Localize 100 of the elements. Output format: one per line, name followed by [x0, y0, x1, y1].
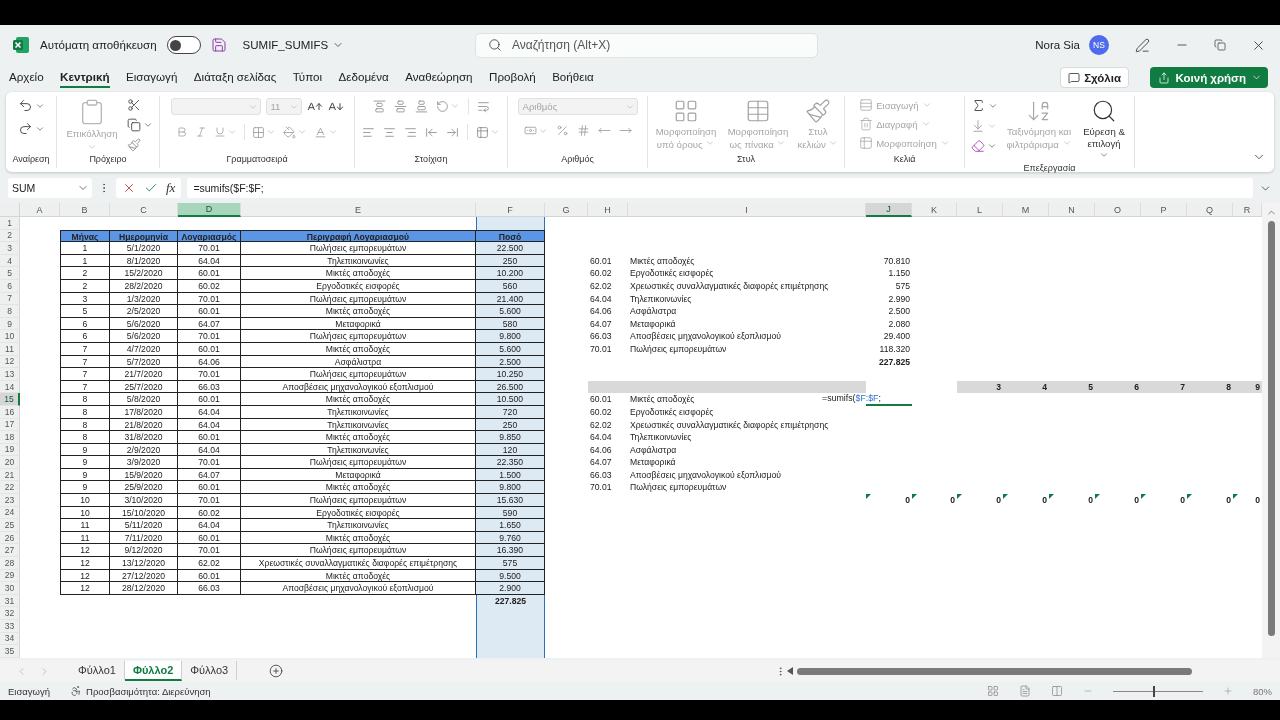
column-heading[interactable]: F [476, 203, 545, 217]
menu-tab[interactable]: Δεδομένα [338, 67, 389, 88]
column-heading[interactable]: J [866, 203, 912, 217]
copy-icon[interactable] [127, 118, 141, 132]
row-heading[interactable]: 3 [0, 242, 20, 255]
chevron-down-icon[interactable] [449, 101, 460, 111]
zoom-level[interactable]: 80% [1253, 685, 1272, 697]
decrease-indent-icon[interactable] [425, 125, 438, 139]
column-heading[interactable]: A [20, 203, 60, 217]
error-indicator-icon[interactable] [866, 494, 871, 500]
bold-icon[interactable] [176, 126, 188, 138]
chevron-down-icon[interactable] [227, 127, 237, 137]
menu-tab[interactable]: Εισαγωγή [126, 67, 178, 88]
column-heading[interactable]: G [545, 203, 588, 217]
normal-view-icon[interactable] [987, 685, 999, 697]
error-indicator-icon[interactable] [1095, 494, 1100, 500]
wrap-text-icon[interactable] [476, 99, 490, 113]
autosum-icon[interactable] [971, 98, 986, 113]
row-heading[interactable]: 20 [0, 456, 20, 469]
error-indicator-icon[interactable] [1141, 494, 1146, 500]
row-heading[interactable]: 35 [0, 645, 20, 658]
font-name-field[interactable] [170, 98, 261, 115]
name-box[interactable]: SUM [8, 178, 92, 198]
column-heading[interactable]: B [60, 203, 110, 217]
cut-icon[interactable] [127, 98, 141, 112]
insert-function-button[interactable]: fx [166, 180, 176, 196]
menu-tab[interactable]: Αρχείο [9, 67, 44, 88]
column-heading[interactable]: Q [1187, 203, 1233, 217]
zoom-in-icon[interactable] [1223, 686, 1233, 696]
user-avatar[interactable]: NS [1089, 35, 1109, 55]
chevron-down-icon[interactable] [490, 127, 500, 137]
cancel-icon[interactable] [122, 181, 136, 195]
sheet-tab[interactable]: Φύλλο2 [124, 661, 183, 681]
select-all-corner[interactable] [0, 203, 20, 217]
error-indicator-icon[interactable] [1233, 494, 1238, 500]
search-field[interactable]: Αναζήτηση (Alt+X) [475, 32, 818, 58]
comments-button[interactable]: Σχόλια [1060, 67, 1129, 88]
row-heading[interactable]: 13 [0, 368, 20, 381]
sheet-tab[interactable]: Φύλλο1 [70, 661, 125, 681]
eraser-icon[interactable] [971, 139, 985, 153]
menu-tab[interactable]: Αναθεώρηση [405, 67, 473, 88]
chevron-down-icon[interactable] [143, 120, 153, 130]
currency-icon[interactable] [523, 124, 537, 137]
error-indicator-icon[interactable] [1049, 494, 1054, 500]
row-heading[interactable]: 5 [0, 267, 20, 280]
row-heading[interactable]: 28 [0, 557, 20, 570]
format-painter-icon[interactable] [127, 138, 141, 152]
share-button[interactable]: Κοινή χρήση [1150, 67, 1268, 88]
row-heading[interactable]: 8 [0, 305, 20, 318]
font-color-icon[interactable] [314, 125, 327, 139]
page-layout-icon[interactable] [1019, 685, 1031, 697]
error-indicator-icon[interactable] [1003, 494, 1008, 500]
scroll-left-icon[interactable] [787, 667, 793, 675]
save-icon[interactable] [210, 37, 227, 53]
row-heading[interactable]: 32 [0, 607, 20, 620]
align-left-icon[interactable] [362, 125, 375, 139]
column-heading[interactable]: R [1233, 203, 1262, 217]
orientation-icon[interactable] [435, 99, 449, 113]
row-heading[interactable]: 15 [0, 393, 20, 406]
page-break-icon[interactable] [1051, 685, 1063, 697]
undo-icon[interactable] [17, 98, 33, 113]
sheet-tab[interactable]: Φύλλο3 [182, 661, 238, 681]
error-indicator-icon[interactable] [912, 494, 917, 500]
column-heading[interactable]: N [1049, 203, 1095, 217]
menu-tab[interactable]: Κεντρική [60, 67, 110, 88]
column-heading[interactable]: O [1095, 203, 1141, 217]
add-sheet-icon[interactable] [269, 664, 284, 678]
chevron-down-icon[interactable] [1099, 150, 1109, 160]
menu-tab[interactable]: Διάταξη σελίδας [193, 67, 277, 88]
align-center-icon[interactable] [383, 125, 396, 139]
row-heading[interactable]: 30 [0, 582, 20, 595]
column-heading[interactable]: C [110, 203, 178, 217]
column-heading[interactable]: E [241, 203, 476, 217]
align-right-icon[interactable] [404, 125, 417, 139]
formula-input[interactable]: =sumifs($F:$F; [187, 178, 1253, 198]
redo-icon[interactable] [17, 121, 33, 136]
italic-icon[interactable] [195, 126, 207, 138]
column-heading[interactable]: I [628, 203, 866, 217]
menu-tab[interactable]: Βοήθεια [552, 67, 594, 88]
column-heading[interactable]: P [1141, 203, 1187, 217]
accessibility-status[interactable]: Προσβασιμότητα: Διερεύνηση [86, 685, 211, 697]
menu-tab[interactable]: Προβολή [489, 67, 536, 88]
borders-icon[interactable] [252, 125, 265, 139]
column-heading[interactable]: K [912, 203, 957, 217]
chevron-down-icon[interactable] [297, 127, 307, 137]
underline-icon[interactable] [214, 126, 226, 138]
menu-tab[interactable]: Τύποι [292, 67, 323, 88]
error-indicator-icon[interactable] [957, 494, 962, 500]
row-heading[interactable]: 1 [0, 217, 20, 230]
align-bottom-icon[interactable] [414, 99, 428, 113]
column-heading[interactable]: M [1003, 203, 1049, 217]
find-select-button[interactable]: Εύρεση & επιλογή [1080, 98, 1128, 163]
file-name[interactable]: SUMIF_SUMIFS [236, 39, 345, 51]
enter-icon[interactable] [144, 181, 158, 195]
search-icon[interactable] [1091, 98, 1117, 124]
row-heading[interactable]: 18 [0, 431, 20, 444]
align-middle-icon[interactable] [393, 99, 407, 113]
row-heading[interactable]: 33 [0, 620, 20, 633]
autosave-toggle[interactable] [166, 36, 201, 54]
pen-icon[interactable] [1135, 37, 1150, 53]
